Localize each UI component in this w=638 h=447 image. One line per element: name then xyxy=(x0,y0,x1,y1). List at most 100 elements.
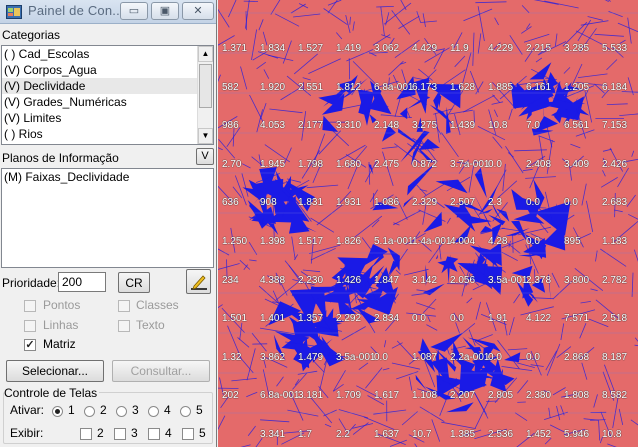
show-checkbox-5[interactable] xyxy=(182,428,194,440)
mesh-edge xyxy=(260,102,267,120)
grid-value-label: 3.142 xyxy=(412,274,438,286)
mesh-edge xyxy=(595,250,598,262)
classes-checkbox[interactable] xyxy=(118,300,130,312)
planes-list[interactable]: (M) Faixas_Declividade xyxy=(1,168,214,268)
priority-label: Prioridade: xyxy=(2,276,61,290)
grid-value-label: 1.527 xyxy=(298,43,324,54)
maximize-button[interactable]: ▣ xyxy=(151,2,179,20)
mesh-edge xyxy=(468,329,476,346)
activate-radio-3[interactable] xyxy=(116,406,127,417)
plane-item[interactable]: (M) Faixas_Declividade xyxy=(2,169,213,185)
category-item[interactable]: (V) Limites xyxy=(2,110,213,126)
mesh-triangle xyxy=(430,332,463,352)
mesh-edge xyxy=(218,415,226,431)
mesh-edge xyxy=(319,358,328,391)
texto-label: Texto xyxy=(136,318,165,332)
category-item[interactable]: ( ) Cad_Escolas xyxy=(2,46,213,62)
mesh-edge xyxy=(283,147,292,165)
show-checkbox-2[interactable] xyxy=(80,428,92,440)
linhas-checkbox[interactable] xyxy=(24,320,36,332)
grid-value-label: 0.0 xyxy=(526,197,540,209)
grid-value-label: 986 xyxy=(222,120,239,132)
categories-scrollbar[interactable]: ▲ ▼ xyxy=(197,46,213,144)
mesh-edge xyxy=(606,103,628,105)
select-button[interactable]: Selecionar... xyxy=(6,360,104,382)
grid-value-label: 1.847 xyxy=(374,274,400,286)
mesh-edge xyxy=(272,203,275,238)
grid-value-label: 1.183 xyxy=(602,236,628,247)
activate-radio-5[interactable] xyxy=(180,406,191,417)
mesh-edge xyxy=(604,364,615,392)
map-view[interactable]: 1.371 1.834 1.527 1.419 3.062 4.429 11.9 4.229 2… xyxy=(218,0,638,447)
mesh-edge xyxy=(474,334,493,342)
grid-value-label: 234 xyxy=(222,274,239,286)
grid-value-label: 1.91 xyxy=(488,313,508,325)
grid-value-label: 1.931 xyxy=(336,197,362,209)
categories-list[interactable]: ( ) Cad_Escolas (V) Corpos_Agua (V) Decliv… xyxy=(1,45,214,145)
category-item[interactable]: (V) Grades_Numéricas xyxy=(2,94,213,110)
category-item[interactable]: (V) Corpos_Agua xyxy=(2,62,213,78)
mesh-edge xyxy=(408,376,413,391)
grid-value-label: 4.388 xyxy=(260,274,286,286)
grid-value-label: 1.709 xyxy=(336,390,362,402)
texto-checkbox[interactable] xyxy=(118,320,130,332)
cr-button[interactable]: CR xyxy=(118,272,150,293)
mesh-edge xyxy=(535,57,543,63)
grid-value-label: 0.0 xyxy=(450,313,464,325)
title-bar[interactable]: Painel de Con... ▭ ▣ ✕ xyxy=(0,0,216,24)
mesh-edge xyxy=(365,367,383,389)
mesh-edge xyxy=(606,59,618,71)
show-checkbox-label: 5 xyxy=(199,426,206,440)
activate-radio-2[interactable] xyxy=(84,406,95,417)
mesh-edge xyxy=(474,399,490,429)
category-item[interactable]: ( ) Rios xyxy=(2,126,213,142)
grid-value-label: 1.371 xyxy=(222,43,248,54)
mesh-edge xyxy=(246,348,256,381)
mesh-edge xyxy=(335,32,343,40)
mesh-edge xyxy=(251,29,257,60)
grid-value-label: 2.148 xyxy=(374,120,400,132)
activate-radio-4[interactable] xyxy=(148,406,159,417)
mesh-edge xyxy=(308,58,341,74)
mesh-edge xyxy=(463,8,493,22)
grid-value-label: 3.341 xyxy=(260,429,286,440)
show-checkbox-3[interactable] xyxy=(114,428,126,440)
close-button[interactable]: ✕ xyxy=(182,2,214,20)
mesh-edge xyxy=(218,147,223,151)
grid-value-label: 6.184 xyxy=(602,81,628,93)
activate-radio-label: 5 xyxy=(196,403,203,417)
mesh-edge xyxy=(449,109,473,115)
mesh-edge xyxy=(267,54,294,61)
mesh-edge xyxy=(577,73,608,78)
activate-radio-label: 1 xyxy=(68,403,75,417)
planes-visibility-toggle[interactable]: V xyxy=(196,148,214,165)
show-checkbox-4[interactable] xyxy=(148,428,160,440)
priority-field[interactable]: 200 xyxy=(58,272,106,292)
show-checkbox-label: 4 xyxy=(165,426,172,440)
mesh-edge xyxy=(381,146,398,149)
scroll-thumb[interactable] xyxy=(199,64,212,108)
mesh-edge xyxy=(218,387,239,389)
matriz-checkbox[interactable]: ✓ xyxy=(24,339,36,351)
minimize-button[interactable]: ▭ xyxy=(120,2,148,20)
edit-button[interactable] xyxy=(186,269,211,294)
mesh-triangle xyxy=(529,62,552,80)
category-item[interactable]: (V) Declividade xyxy=(2,78,213,94)
mesh-edge xyxy=(323,8,348,25)
mesh-edge xyxy=(584,90,593,123)
consult-button[interactable]: Consultar... xyxy=(112,360,210,382)
scroll-down-button[interactable]: ▼ xyxy=(198,128,213,144)
mesh-edge xyxy=(466,297,473,304)
mesh-edge xyxy=(242,163,251,169)
mesh-edge xyxy=(398,15,420,29)
grid-value-label: 3.409 xyxy=(564,158,590,170)
mesh-edge xyxy=(352,21,355,31)
activate-radio-1[interactable] xyxy=(52,406,63,417)
pontos-checkbox[interactable] xyxy=(24,300,36,312)
grid-value-label: 7.571 xyxy=(564,313,590,325)
mesh-edge xyxy=(580,301,591,304)
grid-value-label: 1.628 xyxy=(450,81,476,93)
mesh-edge xyxy=(634,344,638,347)
mesh-edge xyxy=(358,362,369,371)
scroll-up-button[interactable]: ▲ xyxy=(198,46,213,62)
